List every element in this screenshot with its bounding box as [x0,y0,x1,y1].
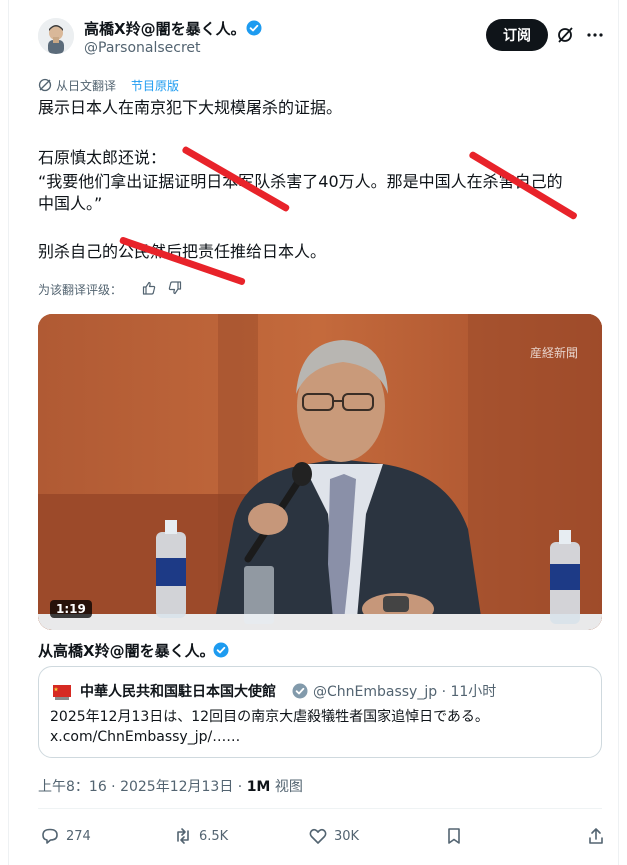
show-original-link[interactable]: 节目原版 [131,77,179,94]
views-count: 1M [246,779,271,795]
share-button[interactable] [586,826,606,846]
video-player[interactable]: 産経新聞 1:19 [38,314,602,630]
more-icon[interactable] [586,26,604,44]
from-prefix: 从 [38,642,54,660]
video-watermark: 産経新聞 [529,346,578,360]
verified-badge-icon [292,683,308,699]
like-count: 30K [334,828,360,844]
video-source-attribution[interactable]: 从高橋X羚@闇を暴く人。 [38,640,215,661]
repost-button[interactable]: 6.5K [173,826,228,846]
post-text-line: “我要他们拿出证据证明日本军队杀害了40万人。那是中国人在杀害自己的 [38,172,563,191]
china-flag-icon [53,685,71,700]
verified-badge-icon [246,20,262,36]
thumb-up-icon[interactable] [142,281,156,295]
quoted-post-text: 2025年12月13日は、12回目の南京大虐殺犠牲者国家追悼日である。 x.co… [50,707,489,747]
post-text-line: 石原慎太郎还说： [38,148,167,167]
quoted-author-name[interactable]: 中華人民共和国駐日本国大使館 [80,681,276,701]
subscribe-button[interactable]: 订阅 [486,19,548,51]
quoted-text-line: 2025年12月13日は、12回目の南京大虐殺犠牲者国家追悼日である。 [50,709,489,725]
post-timestamp[interactable]: 上午8：16 · 2025年12月13日 · 1M 视图 [38,776,303,796]
from-author-name[interactable]: 高橋X羚@闇を暴く人。 [53,642,215,660]
quoted-author-handle[interactable]: @ChnEmbassy_jp · 11小时 [313,681,496,701]
repost-count: 6.5K [199,828,229,844]
post-text-line: 中国人。” [38,194,103,213]
author-display-name[interactable]: 高橋X羚@闇を暴く人。 [84,18,246,39]
bookmark-button[interactable] [444,826,464,846]
repost-icon [177,828,189,844]
quoted-link[interactable]: x.com/ChnEmbassy_jp/…… [50,727,489,747]
post-time[interactable]: 上午8：16 · 2025年12月13日 · [38,779,247,795]
bookmark-icon [448,828,460,844]
author-handle[interactable]: @Parsonalsecret [84,40,201,56]
video-duration-badge: 1:19 [50,600,92,618]
thumb-down-icon[interactable] [168,281,182,295]
translated-from-label: 从日文翻译 [56,79,117,93]
divider [38,808,602,809]
verified-badge-icon [213,642,229,658]
post-text-line: 展示日本人在南京犯下大规模屠杀的证据。 [38,98,343,117]
reply-count: 274 [66,828,91,844]
grok-icon[interactable] [556,26,574,44]
video-frame-image [38,314,602,630]
like-button[interactable]: 30K [308,826,359,846]
reply-button[interactable]: 274 [40,826,91,846]
avatar[interactable] [38,18,74,54]
like-icon [309,828,327,844]
share-icon [589,828,603,844]
reply-icon [42,828,58,844]
quoted-post-card[interactable]: 中華人民共和国駐日本国大使館 @ChnEmbassy_jp · 11小时 202… [38,666,602,758]
views-label: 视图 [270,779,303,795]
translate-icon [38,78,52,92]
rate-translation-label: 为该翻译评级： [38,283,123,297]
